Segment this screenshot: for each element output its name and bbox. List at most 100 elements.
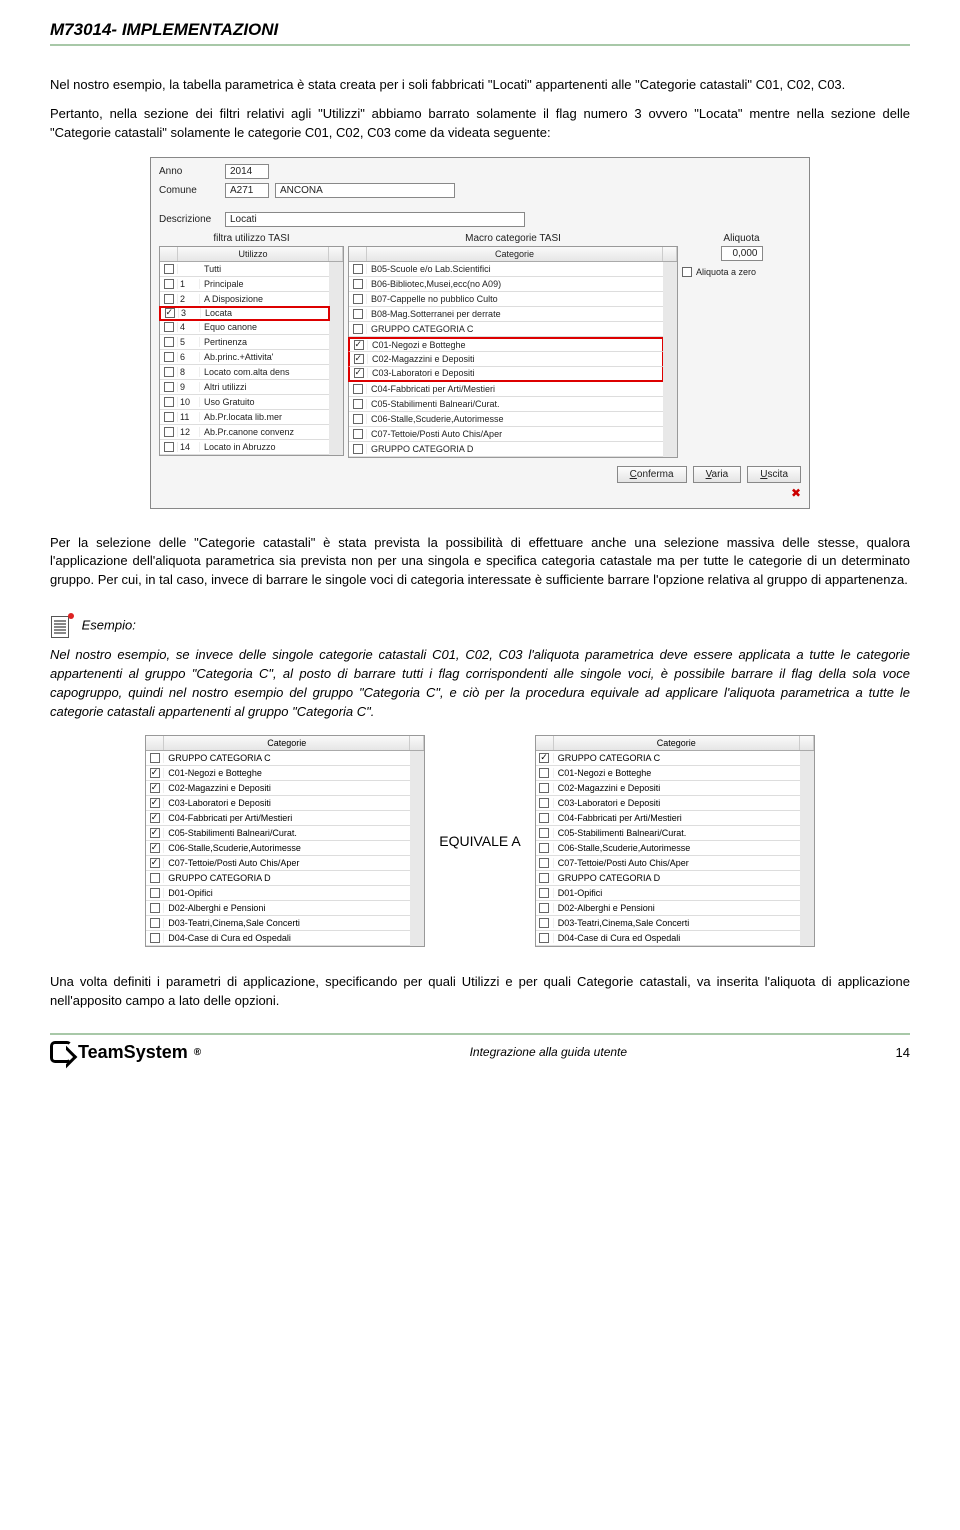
checkbox[interactable] [353,399,363,409]
table-row[interactable]: C05-Stabilimenti Balneari/Curat. [146,826,410,841]
checkbox[interactable] [353,429,363,439]
close-icon[interactable]: ✖ [159,486,801,500]
checkbox[interactable] [354,368,364,378]
table-row[interactable]: C07-Tettoie/Posti Auto Chis/Aper [536,856,800,871]
table-row[interactable]: B08-Mag.Sotterranei per derrate [349,307,663,322]
checkbox[interactable] [353,279,363,289]
checkbox[interactable] [353,384,363,394]
table-row[interactable]: C01-Negozi e Botteghe [536,766,800,781]
table-row[interactable]: GRUPPO CATEGORIA C [349,322,663,337]
checkbox[interactable] [150,918,160,928]
checkbox[interactable] [164,412,174,422]
checkbox[interactable] [164,264,174,274]
table-row[interactable]: C05-Stabilimenti Balneari/Curat. [536,826,800,841]
scrollbar[interactable] [800,751,814,946]
table-row[interactable]: C01-Negozi e Botteghe [348,337,664,352]
table-row[interactable]: 11Ab.Pr.locata lib.mer [160,410,329,425]
table-row[interactable]: D04-Case di Cura ed Ospedali [536,931,800,946]
checkbox[interactable] [150,798,160,808]
aliquota-input[interactable]: 0,000 [721,246,763,261]
checkbox[interactable] [150,888,160,898]
table-row[interactable]: C04-Fabbricati per Arti/Mestieri [146,811,410,826]
scrollbar[interactable] [410,751,424,946]
table-row[interactable]: 2A Disposizione [160,292,329,307]
checkbox[interactable] [539,903,549,913]
table-row[interactable]: D02-Alberghi e Pensioni [146,901,410,916]
checkbox[interactable] [164,397,174,407]
table-row[interactable]: 6Ab.princ.+Attivita' [160,350,329,365]
checkbox[interactable] [353,414,363,424]
table-row[interactable]: 4Equo canone [160,320,329,335]
table-row[interactable]: GRUPPO CATEGORIA C [536,751,800,766]
checkbox[interactable] [539,768,549,778]
checkbox[interactable] [164,382,174,392]
checkbox[interactable] [164,322,174,332]
checkbox[interactable] [150,933,160,943]
table-row[interactable]: C07-Tettoie/Posti Auto Chis/Aper [349,427,663,442]
table-row[interactable]: C03-Laboratori e Depositi [146,796,410,811]
checkbox[interactable] [165,308,175,318]
checkbox[interactable] [539,753,549,763]
table-row[interactable]: C06-Stalle,Scuderie,Autorimesse [349,412,663,427]
checkbox[interactable] [539,828,549,838]
checkbox[interactable] [164,427,174,437]
checkbox[interactable] [353,324,363,334]
table-row[interactable]: D04-Case di Cura ed Ospedali [146,931,410,946]
table-row[interactable]: GRUPPO CATEGORIA C [146,751,410,766]
table-row[interactable]: 5Pertinenza [160,335,329,350]
table-row[interactable]: GRUPPO CATEGORIA D [536,871,800,886]
table-row[interactable]: C07-Tettoie/Posti Auto Chis/Aper [146,856,410,871]
table-row[interactable]: C01-Negozi e Botteghe [146,766,410,781]
checkbox[interactable] [150,753,160,763]
table-row[interactable]: B07-Cappelle no pubblico Culto [349,292,663,307]
checkbox[interactable] [150,843,160,853]
checkbox[interactable] [164,337,174,347]
table-row[interactable]: D03-Teatri,Cinema,Sale Concerti [536,916,800,931]
checkbox[interactable] [354,340,364,350]
table-row[interactable]: GRUPPO CATEGORIA D [349,442,663,457]
checkbox[interactable] [539,783,549,793]
table-row[interactable]: 12Ab.Pr.canone convenz [160,425,329,440]
table-row[interactable]: B05-Scuole e/o Lab.Scientifici [349,262,663,277]
table-row[interactable]: D01-Opifici [146,886,410,901]
table-row[interactable]: 8Locato com.alta dens [160,365,329,380]
checkbox[interactable] [150,783,160,793]
uscita-button[interactable]: Uscita [747,466,801,483]
checkbox[interactable] [539,918,549,928]
comune-code-input[interactable]: A271 [225,183,269,198]
checkbox[interactable] [164,367,174,377]
checkbox[interactable] [150,858,160,868]
checkbox[interactable] [164,294,174,304]
checkbox[interactable] [164,352,174,362]
table-row[interactable]: 14Locato in Abruzzo [160,440,329,455]
table-row[interactable]: C04-Fabbricati per Arti/Mestieri [349,382,663,397]
checkbox[interactable] [150,828,160,838]
table-row[interactable]: GRUPPO CATEGORIA D [146,871,410,886]
descrizione-input[interactable]: Locati [225,212,525,227]
checkbox[interactable] [164,442,174,452]
anno-input[interactable]: 2014 [225,164,269,179]
table-row[interactable]: B06-Bibliotec,Musei,ecc(no A09) [349,277,663,292]
checkbox[interactable] [539,888,549,898]
table-row[interactable]: C05-Stabilimenti Balneari/Curat. [349,397,663,412]
table-row[interactable]: C04-Fabbricati per Arti/Mestieri [536,811,800,826]
checkbox[interactable] [353,264,363,274]
checkbox[interactable] [164,279,174,289]
comune-name-input[interactable]: ANCONA [275,183,455,198]
checkbox[interactable] [353,294,363,304]
table-row[interactable]: C02-Magazzini e Depositi [536,781,800,796]
checkbox[interactable] [150,768,160,778]
checkbox[interactable] [354,354,364,364]
table-row[interactable]: C02-Magazzini e Depositi [348,352,664,367]
checkbox[interactable] [150,903,160,913]
table-row[interactable]: C03-Laboratori e Depositi [348,367,664,382]
checkbox[interactable] [539,858,549,868]
table-row[interactable]: C06-Stalle,Scuderie,Autorimesse [536,841,800,856]
aliquota-zero-checkbox[interactable] [682,267,692,277]
checkbox[interactable] [150,813,160,823]
checkbox[interactable] [353,444,363,454]
checkbox[interactable] [539,843,549,853]
table-row[interactable]: C03-Laboratori e Depositi [536,796,800,811]
varia-button[interactable]: Varia [693,466,742,483]
conferma-button[interactable]: Conferma [617,466,687,483]
